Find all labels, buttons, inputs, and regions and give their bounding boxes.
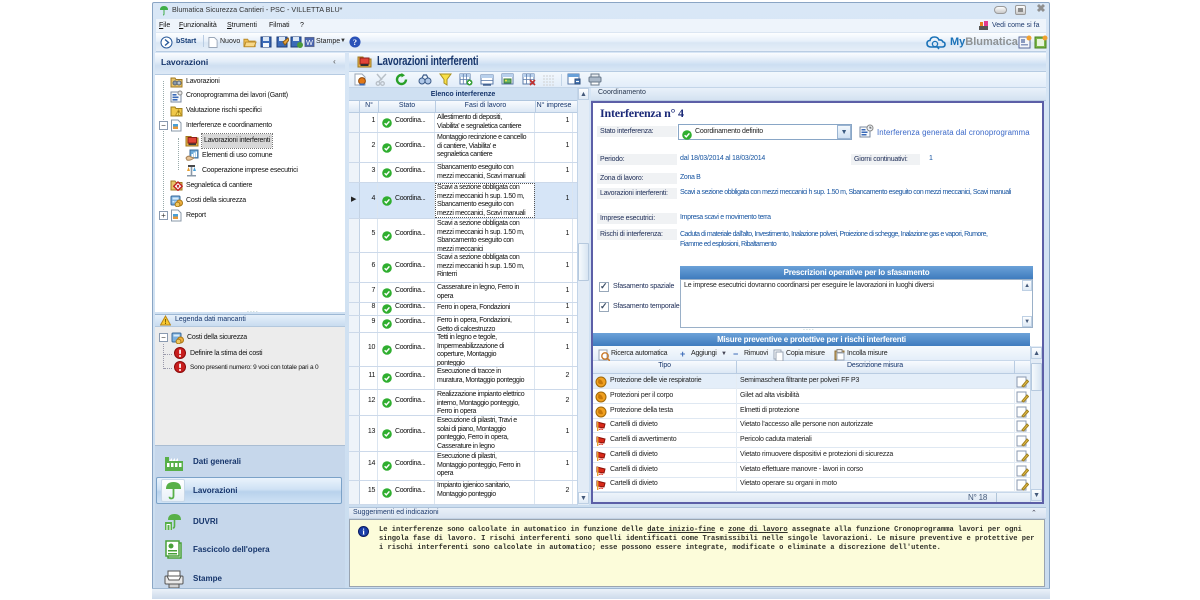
svg-text:?: ? (353, 38, 357, 47)
svg-text:!: ! (164, 319, 166, 326)
svg-text:W: W (306, 38, 313, 47)
